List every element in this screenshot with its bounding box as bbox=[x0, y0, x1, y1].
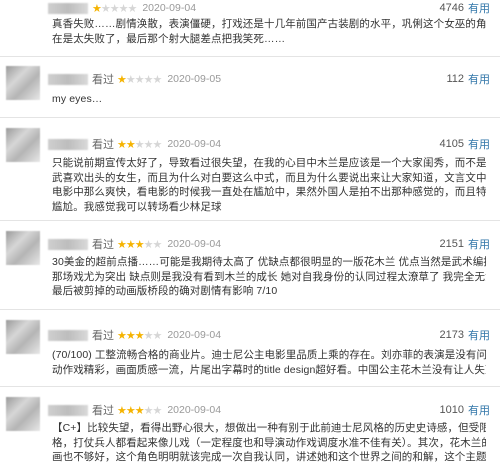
username[interactable] bbox=[48, 2, 88, 14]
useful-votes: 2173 有用 bbox=[440, 327, 490, 343]
review-item: 看过 ★★★★★ 2020-09-05 112 有用 my eyes… bbox=[0, 57, 500, 118]
review-meta: 看过 ★★★★★ 2020-09-04 bbox=[48, 327, 221, 343]
avatar[interactable] bbox=[6, 320, 40, 354]
watched-label: 看过 bbox=[92, 330, 114, 342]
useful-votes: 2151 有用 bbox=[440, 236, 490, 252]
avatar[interactable] bbox=[6, 397, 40, 431]
useful-button[interactable]: 有用 bbox=[468, 0, 490, 16]
username[interactable] bbox=[48, 238, 88, 250]
review-date: 2020-09-04 bbox=[142, 2, 197, 14]
useful-votes: 4746 有用 bbox=[440, 0, 490, 16]
watched-label: 看过 bbox=[92, 405, 114, 417]
watched-label: 看过 bbox=[92, 139, 114, 151]
review-item: 看过 ★★★★★ 2020-09-04 2173 有用 (70/100) 工整流… bbox=[0, 310, 500, 387]
review-date: 2020-09-05 bbox=[167, 73, 222, 85]
useful-button[interactable]: 有用 bbox=[468, 327, 490, 343]
useful-button[interactable]: 有用 bbox=[468, 236, 490, 252]
review-date: 2020-09-04 bbox=[167, 138, 222, 150]
avatar[interactable] bbox=[6, 66, 40, 100]
review-meta: 看过 ★★★★★ 2020-09-04 bbox=[48, 236, 221, 252]
review-text: 真香失败……剧情涣散，表演僵硬，打戏还是十几年前国产古装剧的水平，巩俐这个女巫的… bbox=[52, 18, 486, 45]
useful-votes: 1010 有用 bbox=[440, 402, 490, 418]
username[interactable] bbox=[48, 329, 88, 341]
review-meta: 看过 ★★★★★ 2020-09-05 bbox=[48, 71, 221, 87]
review-text: (70/100) 工整流畅合格的商业片。迪士尼公主电影里品质上乘的存在。刘亦菲的… bbox=[52, 349, 486, 376]
vote-count: 112 bbox=[446, 73, 464, 85]
vote-count: 2173 bbox=[439, 329, 464, 341]
review-item: 看过 ★★★★★ 2020-09-04 1010 有用 【C+】比较失望，看得出… bbox=[0, 387, 500, 467]
useful-votes: 4105 有用 bbox=[440, 136, 490, 152]
avatar[interactable] bbox=[6, 231, 40, 265]
useful-votes: 112 有用 bbox=[446, 71, 490, 87]
vote-count: 4746 bbox=[439, 2, 464, 14]
useful-button[interactable]: 有用 bbox=[468, 136, 490, 152]
review-text: 【C+】比较失望，看得出野心很大，想做出一种有别于此前迪士尼风格的历史史诗感，但… bbox=[52, 422, 486, 463]
rating-stars: ★★★★★ bbox=[117, 404, 162, 417]
rating-stars: ★★★★★ bbox=[117, 329, 162, 342]
review-text: 只能说前期宣传太好了，导致看过很失望，在我的心目中木兰是应该是一个大家闺秀，而不… bbox=[52, 157, 486, 213]
review-item: ★★★★★ 2020-09-04 4746 有用 真香失败……剧情涣散，表演僵硬… bbox=[0, 0, 500, 57]
vote-count: 4105 bbox=[439, 138, 464, 150]
review-date: 2020-09-04 bbox=[167, 404, 222, 416]
review-text: my eyes… bbox=[52, 93, 103, 105]
useful-button[interactable]: 有用 bbox=[468, 71, 490, 87]
vote-count: 1010 bbox=[439, 404, 464, 416]
review-date: 2020-09-04 bbox=[167, 329, 222, 341]
rating-stars: ★★★★★ bbox=[92, 2, 137, 15]
avatar[interactable] bbox=[6, 128, 40, 162]
review-meta: 看过 ★★★★★ 2020-09-04 bbox=[48, 402, 221, 418]
watched-label: 看过 bbox=[92, 74, 114, 86]
rating-stars: ★★★★★ bbox=[117, 73, 162, 86]
rating-stars: ★★★★★ bbox=[117, 138, 162, 151]
review-item: 看过 ★★★★★ 2020-09-04 2151 有用 30美金的超前点播……可… bbox=[0, 221, 500, 310]
review-meta: 看过 ★★★★★ 2020-09-04 bbox=[48, 136, 221, 152]
rating-stars: ★★★★★ bbox=[117, 238, 162, 251]
useful-button[interactable]: 有用 bbox=[468, 402, 490, 418]
vote-count: 2151 bbox=[439, 238, 464, 250]
username[interactable] bbox=[48, 138, 88, 150]
username[interactable] bbox=[48, 404, 88, 416]
username[interactable] bbox=[48, 73, 88, 85]
review-text: 30美金的超前点播……可能是我期待太高了 优缺点都很明显的一版花木兰 优点当然是… bbox=[52, 256, 486, 297]
review-item: 看过 ★★★★★ 2020-09-04 4105 有用 只能说前期宣传太好了，导… bbox=[0, 118, 500, 221]
review-meta: ★★★★★ 2020-09-04 bbox=[48, 0, 196, 16]
watched-label: 看过 bbox=[92, 239, 114, 251]
review-date: 2020-09-04 bbox=[167, 238, 222, 250]
